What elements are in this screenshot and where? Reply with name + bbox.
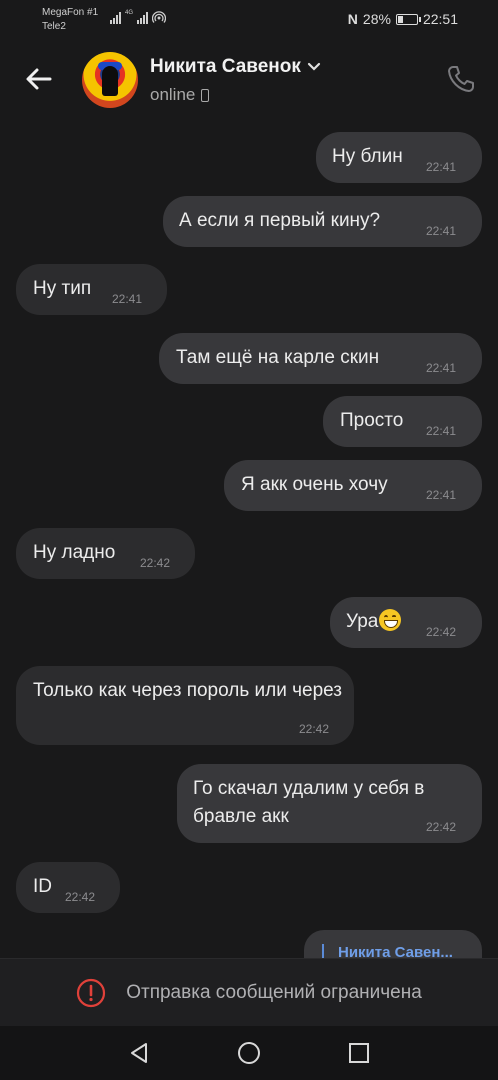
contact-name-button[interactable]: Никита Савенок [150, 56, 321, 78]
message-text: Там ещё на карле скин [176, 347, 380, 368]
message-text-with-emoji: Ура [346, 608, 402, 636]
nav-back-icon[interactable] [126, 1040, 152, 1066]
message-bubble-outgoing[interactable]: Го скачал удалим у себя в бравле акк 22:… [177, 764, 482, 843]
hotspot-icon [152, 11, 167, 23]
message-bubble-outgoing[interactable]: Я акк очень хочу 22:41 [224, 460, 482, 511]
message-bubble-outgoing[interactable]: Просто 22:41 [323, 396, 482, 447]
message-time: 22:42 [426, 625, 457, 639]
nav-home-icon[interactable] [236, 1040, 262, 1066]
mobile-device-icon [201, 88, 210, 102]
message-time: 22:41 [426, 224, 457, 238]
restricted-message-text: Отправка сообщений ограничена [126, 981, 422, 1003]
chevron-down-icon [307, 62, 320, 71]
signal-indicators: 4G [110, 10, 167, 24]
system-navigation-bar [0, 1026, 498, 1080]
message-bubble-outgoing[interactable]: А если я первый кину? 22:41 [163, 196, 482, 247]
messaging-restricted-bar: Отправка сообщений ограничена [0, 958, 498, 1026]
message-bubble-outgoing[interactable]: Ну блин 22:41 [316, 132, 482, 183]
contact-name: Никита Савенок [150, 56, 301, 77]
status-bar: MegaFon #1 Tele2 4G N 28% 22:51 [0, 0, 498, 40]
message-time: 22:42 [140, 556, 171, 570]
message-text: Ну блин [332, 146, 403, 167]
phone-call-icon[interactable] [444, 62, 478, 96]
presence-text: online [150, 85, 196, 104]
message-time: 22:42 [426, 820, 457, 834]
network-type: 4G [125, 10, 134, 16]
message-bubble-incoming[interactable]: Ну ладно 22:42 [16, 528, 195, 579]
grinning-face-emoji-icon [379, 609, 402, 631]
message-text: Только как через пороль или через [33, 680, 343, 701]
message-time: 22:41 [426, 424, 457, 438]
carrier-1: MegaFon #1 [42, 7, 99, 18]
nav-recents-icon[interactable] [346, 1040, 372, 1066]
signal-icon [110, 12, 121, 24]
message-text: Ну ладно [33, 542, 116, 563]
message-text: А если я первый кину? [179, 210, 381, 231]
message-time: 22:41 [112, 292, 143, 306]
message-time: 22:42 [299, 722, 330, 736]
message-bubble-outgoing[interactable]: Ура 22:42 [330, 597, 482, 648]
message-text: Просто [340, 410, 404, 431]
message-bubble-incoming[interactable]: Ну тип 22:41 [16, 264, 167, 315]
message-bubble-incoming[interactable]: ID 22:42 [16, 862, 120, 913]
status-right: N 28% 22:51 [348, 11, 458, 27]
clock: 22:51 [422, 11, 458, 27]
message-time: 22:41 [426, 361, 457, 375]
carrier-info: MegaFon #1 Tele2 [42, 6, 98, 34]
battery-percent: 28% [362, 11, 391, 27]
message-text: ID [33, 876, 52, 897]
chat-header: Никита Савенок online [0, 40, 498, 122]
message-bubble-outgoing[interactable]: Там ещё на карле скин 22:41 [159, 333, 482, 384]
message-text: Ура [346, 611, 379, 632]
message-bubble-incoming[interactable]: Только как через пороль или через 22:42 [16, 666, 354, 745]
message-time: 22:41 [426, 160, 457, 174]
back-arrow-icon[interactable] [22, 62, 56, 96]
message-text: Я акк очень хочу [241, 474, 388, 495]
carrier-2: Tele2 [42, 21, 66, 32]
message-time: 22:42 [65, 890, 96, 904]
presence-status: online [150, 85, 210, 105]
message-time: 22:41 [426, 488, 457, 502]
battery-icon [395, 13, 421, 25]
warning-icon [77, 978, 106, 1007]
message-text: Ну тип [33, 278, 92, 299]
nfc-icon: N [347, 11, 358, 27]
signal-2-icon [137, 12, 149, 24]
avatar[interactable] [82, 52, 138, 108]
